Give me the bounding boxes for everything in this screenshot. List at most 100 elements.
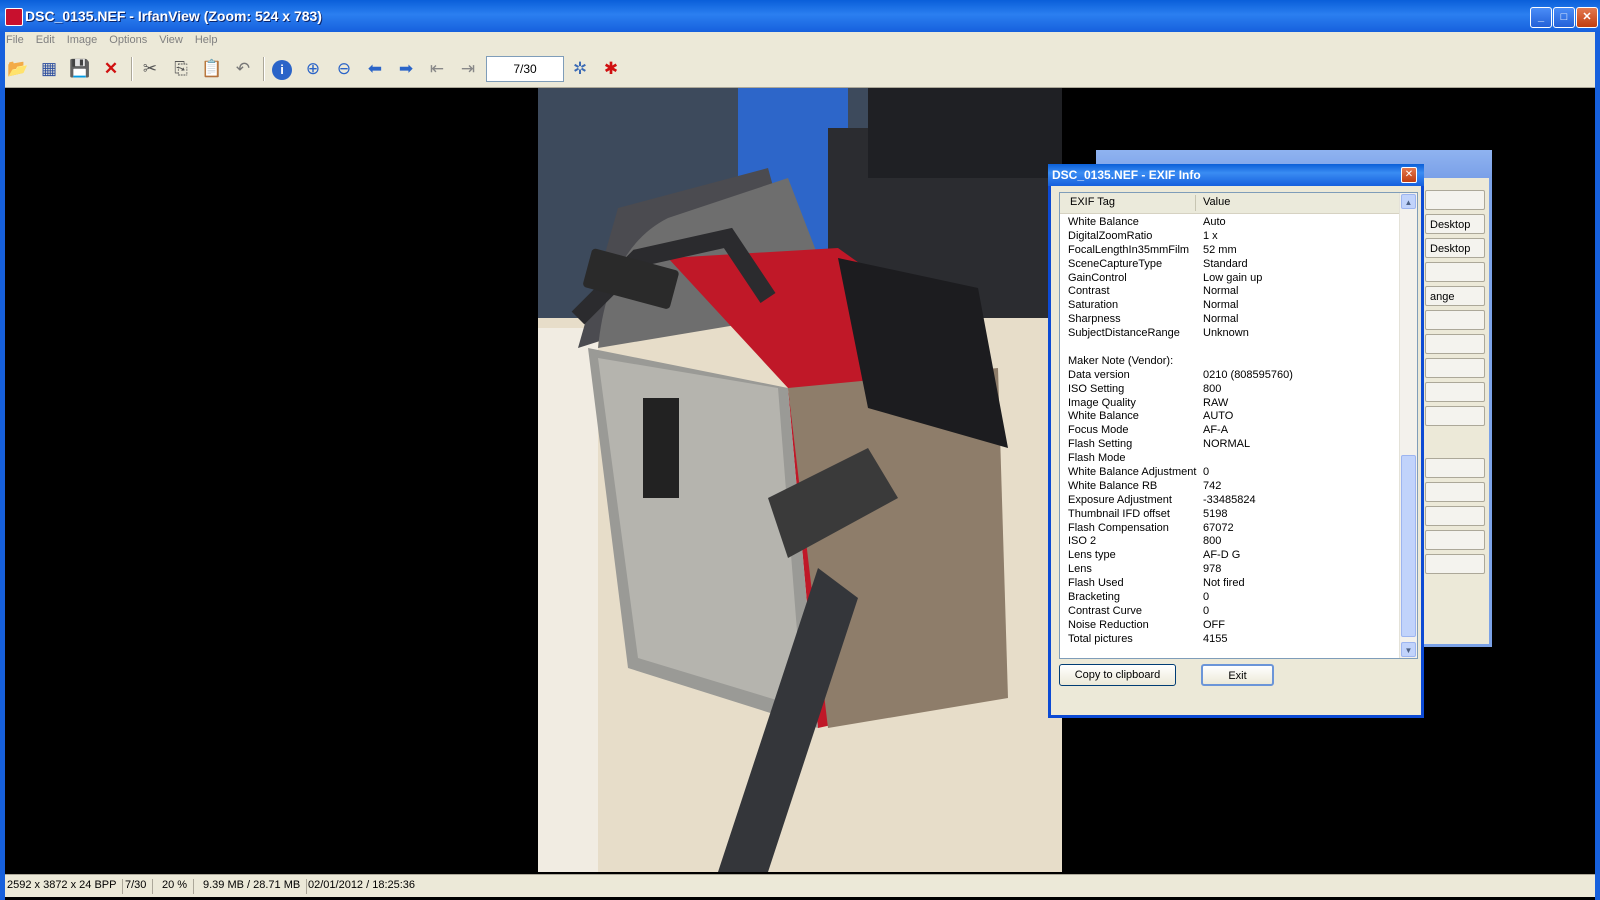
exif-row[interactable]: SubjectDistanceRange Unknown [1060, 326, 1400, 340]
background-dialog-button[interactable] [1425, 406, 1485, 426]
title-bar[interactable]: DSC_0135.NEF - IrfanView (Zoom: 524 x 78… [0, 0, 1600, 32]
menu-edit[interactable]: Edit [30, 32, 61, 48]
exif-row[interactable]: Lens type AF-D G [1060, 548, 1400, 562]
scroll-up-icon[interactable]: ▲ [1401, 194, 1416, 209]
exif-row[interactable]: ISO 2 800 [1060, 534, 1400, 548]
exif-row[interactable]: Flash Mode [1060, 451, 1400, 465]
exif-row[interactable]: Contrast Curve 0 [1060, 604, 1400, 618]
zoom-in-icon[interactable]: ⊕ [300, 56, 326, 82]
irfanview-app-icon[interactable] [5, 8, 23, 26]
exif-row[interactable]: Maker Note (Vendor): [1060, 354, 1400, 368]
exif-row[interactable]: Bracketing 0 [1060, 590, 1400, 604]
exif-row[interactable]: White Balance AUTO [1060, 409, 1400, 423]
background-dialog-button[interactable] [1425, 506, 1485, 526]
exif-dialog-close-button[interactable]: ✕ [1401, 167, 1417, 183]
thumbnails-icon[interactable]: ▦ [36, 56, 62, 82]
exif-row[interactable]: Thumbnail IFD offset 5198 [1060, 507, 1400, 521]
menu-image[interactable]: Image [61, 32, 104, 48]
background-dialog-button[interactable] [1425, 482, 1485, 502]
close-button[interactable]: ✕ [1576, 7, 1598, 28]
exif-list-scrollbar[interactable]: ▲ ▼ [1399, 193, 1417, 658]
exif-row[interactable]: Noise Reduction OFF [1060, 618, 1400, 632]
maximize-button[interactable]: □ [1553, 7, 1575, 28]
delete-icon[interactable]: ✕ [98, 56, 124, 82]
next-icon[interactable]: ➡ [393, 56, 419, 82]
exif-tag-cell: Thumbnail IFD offset [1068, 507, 1170, 520]
exif-row[interactable]: Flash Used Not fired [1060, 576, 1400, 590]
save-icon[interactable]: 💾 [67, 56, 93, 82]
exif-row[interactable]: Sharpness Normal [1060, 312, 1400, 326]
menu-view[interactable]: View [153, 32, 189, 48]
column-header-value[interactable]: Value [1203, 196, 1230, 208]
copy-icon[interactable]: ⎘ [168, 56, 194, 82]
exif-row[interactable]: FocalLengthIn35mmFilm 52 mm [1060, 243, 1400, 257]
scroll-thumb[interactable] [1401, 455, 1416, 637]
minimize-button[interactable]: _ [1530, 7, 1552, 28]
background-dialog-button[interactable] [1425, 358, 1485, 378]
copy-to-clipboard-button[interactable]: Copy to clipboard [1059, 664, 1176, 686]
background-dialog-button[interactable] [1425, 554, 1485, 574]
close-icon: ✕ [1582, 11, 1592, 23]
scroll-down-icon[interactable]: ▼ [1401, 642, 1416, 657]
background-dialog-button[interactable]: ange [1425, 286, 1485, 306]
exif-value-cell: Not fired [1203, 577, 1245, 590]
exif-list-header: EXIF Tag Value [1060, 193, 1400, 214]
exif-value-cell: 978 [1203, 563, 1222, 576]
exif-row[interactable]: Data version 0210 (808595760) [1060, 368, 1400, 382]
first-page-icon[interactable]: ⇤ [424, 56, 450, 82]
exif-row[interactable] [1060, 340, 1400, 354]
open-folder-icon[interactable]: 📂 [5, 56, 31, 82]
paste-icon[interactable]: 📋 [199, 56, 225, 82]
exif-value-cell: Normal [1203, 299, 1239, 312]
column-header-exif-tag[interactable]: EXIF Tag [1070, 196, 1115, 208]
exif-row[interactable]: DigitalZoomRatio 1 x [1060, 229, 1400, 243]
exif-tag-cell: White Balance [1068, 410, 1139, 423]
menu-options[interactable]: Options [103, 32, 153, 48]
settings-icon[interactable]: ✲ [567, 56, 593, 82]
menu-help[interactable]: Help [189, 32, 224, 48]
previous-icon[interactable]: ⬅ [362, 56, 388, 82]
close-icon: ✕ [1404, 169, 1414, 180]
background-dialog-button[interactable] [1425, 458, 1485, 478]
cut-icon[interactable]: ✂ [137, 56, 163, 82]
background-dialog-button[interactable] [1425, 310, 1485, 330]
background-dialog-button[interactable] [1425, 334, 1485, 354]
background-dialog-button[interactable] [1425, 530, 1485, 550]
maximize-icon: □ [1560, 11, 1568, 23]
exif-row[interactable]: Saturation Normal [1060, 298, 1400, 312]
exif-row[interactable]: Contrast Normal [1060, 284, 1400, 298]
exif-row[interactable]: White Balance RB 742 [1060, 479, 1400, 493]
background-dialog-button[interactable]: Desktop [1425, 214, 1485, 234]
exif-row[interactable]: White Balance Adjustment 0 [1060, 465, 1400, 479]
background-dialog-button[interactable] [1425, 382, 1485, 402]
exif-row[interactable]: Lens 978 [1060, 562, 1400, 576]
exit-button[interactable]: Exit [1201, 664, 1274, 686]
exif-value-cell: AUTO [1203, 410, 1234, 423]
irfanview-logo-icon[interactable]: ✱ [598, 56, 624, 82]
undo-icon[interactable]: ↶ [230, 56, 256, 82]
exif-row[interactable]: Focus Mode AF-A [1060, 423, 1400, 437]
info-icon[interactable]: i [269, 56, 295, 82]
column-divider[interactable] [1195, 195, 1196, 211]
page-counter-field[interactable]: 7/30 [486, 56, 564, 82]
exif-row[interactable]: White Balance Auto [1060, 215, 1400, 229]
exif-row[interactable]: Flash Setting NORMAL [1060, 437, 1400, 451]
exif-row[interactable]: Total pictures 4155 [1060, 632, 1400, 646]
exif-row[interactable]: ISO Setting 800 [1060, 382, 1400, 396]
exif-value-cell: AF-D G [1203, 549, 1241, 562]
exif-value-cell: Normal [1203, 285, 1239, 298]
exif-row[interactable]: GainControl Low gain up [1060, 271, 1400, 285]
exif-list[interactable]: EXIF Tag Value White Balance Auto DigitalZ… [1059, 192, 1418, 659]
exif-tag-cell: Contrast [1068, 285, 1110, 298]
exif-row[interactable]: Flash Compensation 67072 [1060, 521, 1400, 535]
background-dialog-button[interactable]: Desktop [1425, 238, 1485, 258]
exif-value-cell: Standard [1203, 257, 1248, 270]
exif-row[interactable]: Image Quality RAW [1060, 396, 1400, 410]
exif-row[interactable]: Exposure Adjustment -33485824 [1060, 493, 1400, 507]
exif-tag-cell: SubjectDistanceRange [1068, 327, 1180, 340]
exif-row[interactable]: SceneCaptureType Standard [1060, 257, 1400, 271]
last-page-icon[interactable]: ⇥ [455, 56, 481, 82]
zoom-out-icon[interactable]: ⊖ [331, 56, 357, 82]
background-dialog-button[interactable] [1425, 262, 1485, 282]
background-dialog-button[interactable] [1425, 190, 1485, 210]
